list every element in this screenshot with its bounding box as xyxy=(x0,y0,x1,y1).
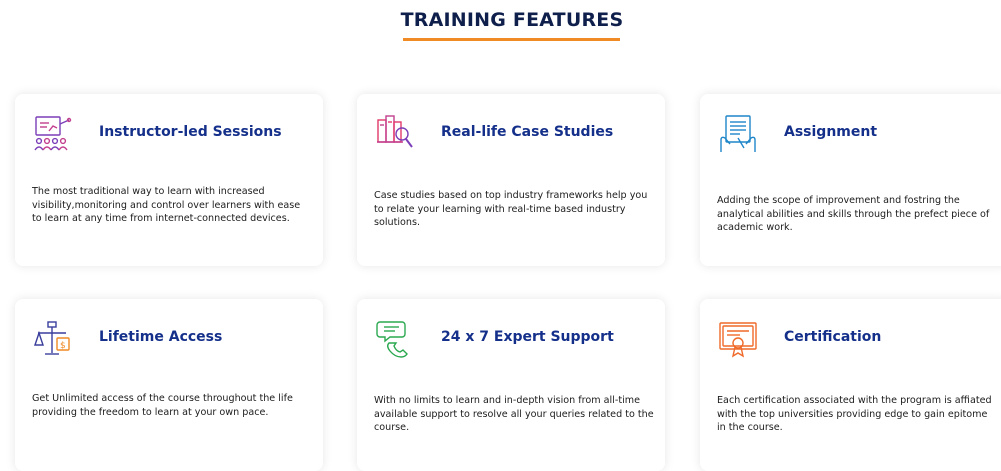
feature-card-assignment: Assignment Adding the scope of improveme… xyxy=(700,94,1001,266)
feature-title: Certification xyxy=(784,329,882,345)
feature-description: Get Unlimited access of the course throu… xyxy=(32,393,293,418)
presentation-board-icon xyxy=(33,114,73,154)
section-title: TRAINING FEATURES xyxy=(400,9,624,31)
training-features-section: TRAINING FEATURES Instructor-led Session… xyxy=(0,0,1001,471)
title-underline xyxy=(403,38,620,41)
feature-card-case-studies: Real-life Case Studies Case studies base… xyxy=(357,94,665,266)
feature-title: Lifetime Access xyxy=(99,329,223,345)
feature-title: Assignment xyxy=(784,124,878,140)
feature-title: 24 x 7 Expert Support xyxy=(441,329,614,345)
svg-text:$: $ xyxy=(60,341,66,351)
feature-description: Each certification associated with the p… xyxy=(717,395,992,433)
feature-description: With no limits to learn and in-depth vis… xyxy=(374,395,654,433)
balance-scale-icon: $ xyxy=(33,319,73,359)
case-study-magnifier-icon xyxy=(375,114,415,154)
feature-description: Case studies based on top industry frame… xyxy=(374,190,648,228)
feature-card-instructor-led: Instructor-led Sessions The most traditi… xyxy=(15,94,323,266)
feature-card-certification: Certification Each certification associa… xyxy=(700,299,1001,471)
feature-card-expert-support: 24 x 7 Expert Support With no limits to … xyxy=(357,299,665,471)
feature-card-lifetime-access: $ Lifetime Access Get Unlimited access o… xyxy=(15,299,323,471)
feature-title: Real-life Case Studies xyxy=(441,124,614,140)
certificate-icon xyxy=(718,319,758,359)
phone-chat-support-icon xyxy=(375,319,415,359)
feature-title: Instructor-led Sessions xyxy=(99,124,282,140)
feature-description: The most traditional way to learn with i… xyxy=(32,186,301,224)
feature-description: Adding the scope of improvement and fost… xyxy=(717,195,990,233)
assignment-document-icon xyxy=(718,114,758,154)
